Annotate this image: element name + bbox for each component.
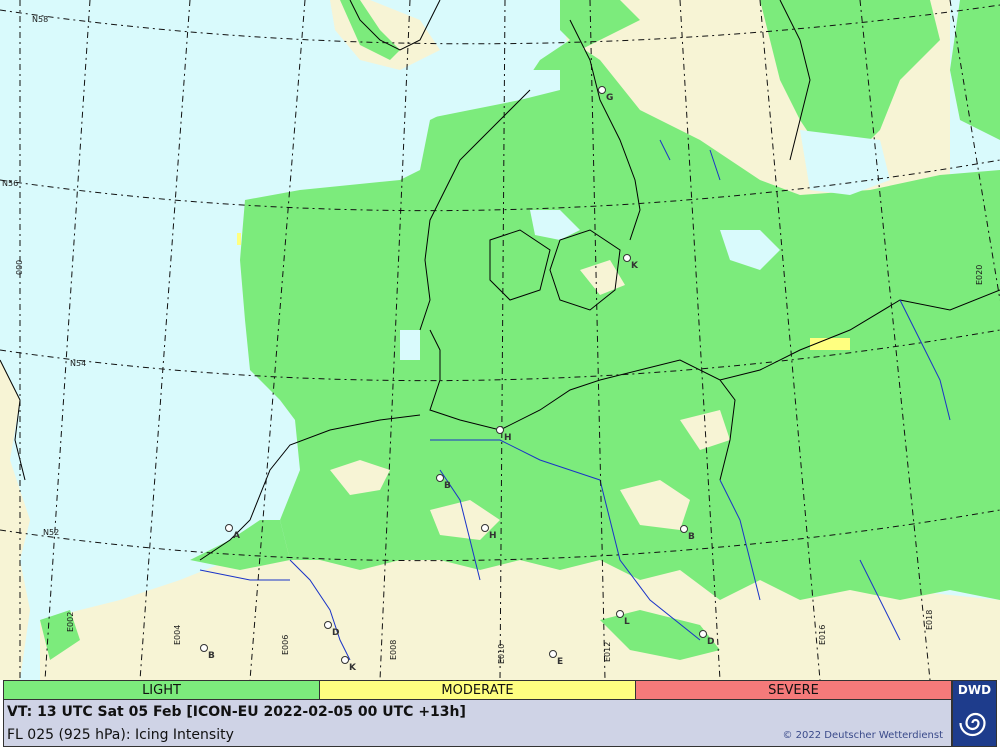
legend-severe: SEVERE bbox=[636, 681, 951, 699]
lat-label-n56: N56 bbox=[2, 179, 18, 188]
svg-text:A: A bbox=[233, 531, 240, 541]
icing-area-netherlands bbox=[190, 520, 290, 570]
lon-label-e018: E018 bbox=[925, 610, 934, 630]
lon-label-e012: E012 bbox=[603, 642, 612, 662]
valid-time-text: VT: 13 UTC Sat 05 Feb [ICON-EU 2022-02-0… bbox=[7, 704, 466, 720]
legend-light: LIGHT bbox=[4, 681, 320, 699]
moderate-icing-patch-small bbox=[237, 233, 241, 245]
svg-text:H: H bbox=[504, 433, 512, 443]
dwd-logo-text: DWD bbox=[957, 683, 992, 697]
svg-text:G: G bbox=[606, 93, 613, 103]
svg-text:D: D bbox=[707, 637, 714, 647]
lon-label-e002: E002 bbox=[66, 612, 75, 632]
level-product-text: FL 025 (925 hPa): Icing Intensity bbox=[7, 727, 234, 743]
svg-text:E: E bbox=[557, 657, 563, 667]
land-uk bbox=[0, 360, 30, 680]
icing-area-baltic-east bbox=[950, 0, 1000, 140]
dwd-spiral-icon bbox=[958, 706, 993, 740]
lon-label-e020: E020 bbox=[975, 265, 984, 285]
lat-label-n58: N58 bbox=[32, 15, 48, 24]
lat-label-n54: N54 bbox=[70, 359, 86, 368]
svg-text:H: H bbox=[489, 531, 497, 541]
svg-text:B: B bbox=[208, 651, 215, 661]
svg-text:B: B bbox=[444, 481, 451, 491]
lon-label-e016: E016 bbox=[818, 625, 827, 645]
svg-text:B: B bbox=[688, 532, 695, 542]
lon-label-e008: E008 bbox=[389, 640, 398, 660]
copyright-text: © 2022 Deutscher Wetterdienst bbox=[782, 730, 943, 741]
city-amsterdam: A bbox=[225, 524, 240, 541]
dwd-logo: DWD bbox=[952, 680, 997, 747]
svg-text:D: D bbox=[332, 628, 339, 638]
lon-label-000: 000 bbox=[15, 260, 24, 275]
svg-text:K: K bbox=[631, 261, 639, 271]
svg-text:L: L bbox=[624, 617, 630, 627]
icing-legend: LIGHT MODERATE SEVERE bbox=[3, 680, 952, 700]
info-panel: VT: 13 UTC Sat 05 Feb [ICON-EU 2022-02-0… bbox=[3, 700, 952, 747]
svg-text:K: K bbox=[349, 663, 357, 673]
legend-moderate: MODERATE bbox=[320, 681, 636, 699]
lon-label-e006: E006 bbox=[281, 635, 290, 655]
lon-label-e004: E004 bbox=[173, 625, 182, 645]
lat-label-n52: N52 bbox=[43, 528, 59, 537]
icing-map[interactable]: N58 N56 N54 N52 000 E002 E004 E006 E008 … bbox=[0, 0, 1000, 680]
lon-label-e010: E010 bbox=[497, 644, 506, 664]
